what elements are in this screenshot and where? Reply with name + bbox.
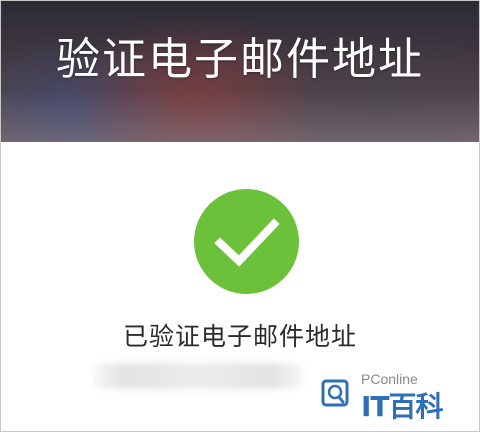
header-banner: 验证电子邮件地址 xyxy=(1,1,479,142)
page-title: 验证电子邮件地址 xyxy=(56,34,424,85)
verified-status-text: 已验证电子邮件地址 xyxy=(122,322,357,351)
checkmark-icon xyxy=(214,218,280,267)
email-address-redacted xyxy=(93,363,303,389)
watermark-logo: PConline IT百科 xyxy=(321,371,471,423)
page-frame: 验证电子邮件地址 已验证电子邮件地址 PConline IT百科 xyxy=(0,0,480,432)
check-circle-icon xyxy=(194,189,299,294)
magnifier-logo-icon xyxy=(321,379,349,407)
watermark-name: IT百科 xyxy=(361,390,444,423)
